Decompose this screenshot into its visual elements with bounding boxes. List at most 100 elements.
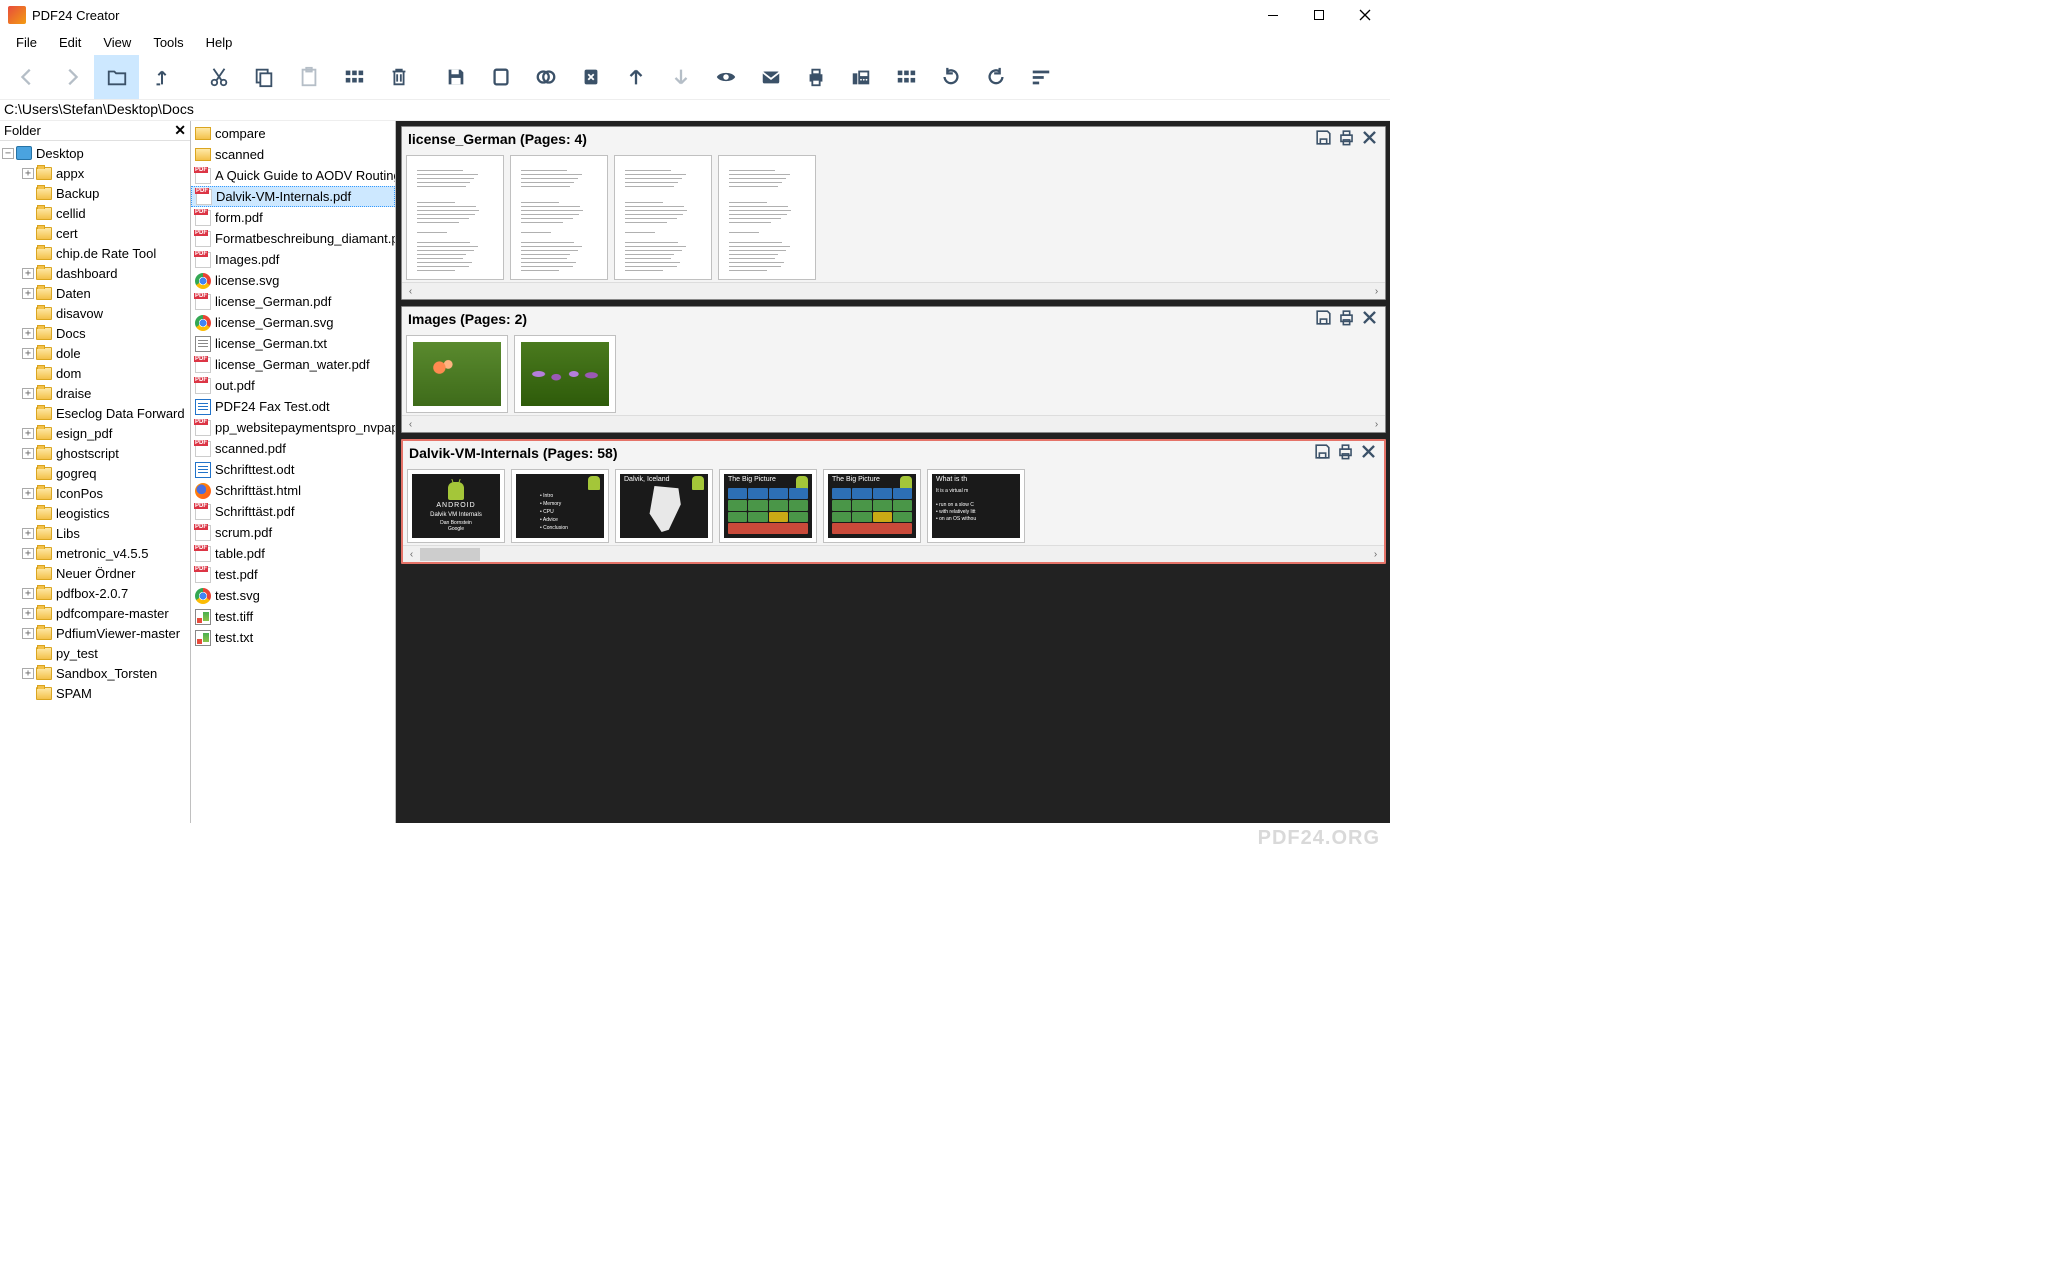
horizontal-scrollbar[interactable]: ‹› <box>402 415 1385 432</box>
doc-print-icon[interactable] <box>1337 308 1356 330</box>
tree-item[interactable]: +Daten <box>0 283 190 303</box>
page-thumbnail[interactable]: ANDROIDDalvik VM InternalsDan BornsteinG… <box>407 469 505 543</box>
rotate-left-button[interactable] <box>928 55 973 99</box>
tree-item[interactable]: +Docs <box>0 323 190 343</box>
page-thumbnail[interactable]: The Big Picture <box>719 469 817 543</box>
view-mode-button[interactable] <box>331 55 376 99</box>
menu-edit[interactable]: Edit <box>49 33 91 52</box>
file-item[interactable]: test.svg <box>191 585 395 606</box>
file-item[interactable]: Schrifttäst.html <box>191 480 395 501</box>
file-item[interactable]: license_German.txt <box>191 333 395 354</box>
file-item[interactable]: test.txt <box>191 627 395 648</box>
page-thumbnail[interactable] <box>718 155 816 280</box>
tree-root[interactable]: −Desktop <box>0 143 190 163</box>
file-item[interactable]: scanned.pdf <box>191 438 395 459</box>
tree-item[interactable]: Backup <box>0 183 190 203</box>
file-item[interactable]: pp_websitepaymentspro_nvpapi_guid <box>191 417 395 438</box>
file-item[interactable]: out.pdf <box>191 375 395 396</box>
document-panel[interactable]: Images (Pages: 2)‹› <box>401 306 1386 433</box>
document-panel[interactable]: license_German (Pages: 4)‹› <box>401 126 1386 300</box>
up-folder-button[interactable] <box>139 55 184 99</box>
folder-pane-close-icon[interactable]: ✕ <box>174 122 186 139</box>
move-down-button[interactable] <box>658 55 703 99</box>
tree-item[interactable]: py_test <box>0 643 190 663</box>
minimize-button[interactable] <box>1250 0 1296 30</box>
new-blank-button[interactable] <box>478 55 523 99</box>
close-button[interactable] <box>1342 0 1388 30</box>
page-thumbnail[interactable] <box>614 155 712 280</box>
horizontal-scrollbar[interactable]: ‹› <box>403 545 1384 562</box>
nav-back-button[interactable] <box>4 55 49 99</box>
print-button[interactable] <box>793 55 838 99</box>
tree-item[interactable]: +metronic_v4.5.5 <box>0 543 190 563</box>
copy-button[interactable] <box>241 55 286 99</box>
tree-item[interactable]: dom <box>0 363 190 383</box>
cut-button[interactable] <box>196 55 241 99</box>
tree-item[interactable]: cert <box>0 223 190 243</box>
scroll-right-icon[interactable]: › <box>1368 286 1385 297</box>
tree-item[interactable]: Neuer Ördner <box>0 563 190 583</box>
file-item[interactable]: license_German_water.pdf <box>191 354 395 375</box>
sort-button[interactable] <box>1018 55 1063 99</box>
tree-item[interactable]: +IconPos <box>0 483 190 503</box>
scroll-right-icon[interactable]: › <box>1368 419 1385 430</box>
horizontal-scrollbar[interactable]: ‹› <box>402 282 1385 299</box>
doc-close-icon[interactable] <box>1360 308 1379 330</box>
preview-button[interactable] <box>703 55 748 99</box>
scroll-left-icon[interactable]: ‹ <box>402 286 419 297</box>
email-button[interactable] <box>748 55 793 99</box>
scroll-left-icon[interactable]: ‹ <box>403 549 420 560</box>
tree-item[interactable]: +PdfiumViewer-master <box>0 623 190 643</box>
document-panel[interactable]: Dalvik-VM-Internals (Pages: 58)ANDROIDDa… <box>401 439 1386 564</box>
tree-item[interactable]: +appx <box>0 163 190 183</box>
doc-save-icon[interactable] <box>1314 128 1333 150</box>
file-item[interactable]: compare <box>191 123 395 144</box>
page-thumbnail[interactable] <box>510 155 608 280</box>
file-item[interactable]: Formatbeschreibung_diamant.pdf <box>191 228 395 249</box>
tree-item[interactable]: +draise <box>0 383 190 403</box>
tree-item[interactable]: +Libs <box>0 523 190 543</box>
scrollbar-thumb[interactable] <box>420 548 480 561</box>
file-item[interactable]: license_German.pdf <box>191 291 395 312</box>
delete-button[interactable] <box>376 55 421 99</box>
tree-item[interactable]: +ghostscript <box>0 443 190 463</box>
scroll-left-icon[interactable]: ‹ <box>402 419 419 430</box>
fax-button[interactable] <box>838 55 883 99</box>
file-item[interactable]: PDF24 Fax Test.odt <box>191 396 395 417</box>
menu-help[interactable]: Help <box>196 33 243 52</box>
scroll-right-icon[interactable]: › <box>1367 549 1384 560</box>
tree-item[interactable]: chip.de Rate Tool <box>0 243 190 263</box>
tree-item[interactable]: cellid <box>0 203 190 223</box>
file-item[interactable]: Schrifttäst.pdf <box>191 501 395 522</box>
page-thumbnail[interactable]: What is thIt is a virtual m• run on a sl… <box>927 469 1025 543</box>
file-item[interactable]: Dalvik-VM-Internals.pdf <box>191 186 395 207</box>
open-folder-button[interactable] <box>94 55 139 99</box>
tree-item[interactable]: +esign_pdf <box>0 423 190 443</box>
tree-item[interactable]: +Sandbox_Torsten <box>0 663 190 683</box>
tree-item[interactable]: SPAM <box>0 683 190 703</box>
remove-page-button[interactable] <box>568 55 613 99</box>
maximize-button[interactable] <box>1296 0 1342 30</box>
folder-tree[interactable]: −Desktop+appxBackupcellidcertchip.de Rat… <box>0 141 190 823</box>
grid-view-button[interactable] <box>883 55 928 99</box>
page-thumbnail[interactable]: • Intro• Memory• CPU• Advice• Conclusion <box>511 469 609 543</box>
file-item[interactable]: license_German.svg <box>191 312 395 333</box>
tree-item[interactable]: Eseclog Data Forward <box>0 403 190 423</box>
tree-item[interactable]: disavow <box>0 303 190 323</box>
file-item[interactable]: Schrifttest.odt <box>191 459 395 480</box>
save-button[interactable] <box>433 55 478 99</box>
doc-save-icon[interactable] <box>1314 308 1333 330</box>
doc-close-icon[interactable] <box>1360 128 1379 150</box>
file-item[interactable]: table.pdf <box>191 543 395 564</box>
page-thumbnail[interactable] <box>514 335 616 413</box>
tree-item[interactable]: gogreq <box>0 463 190 483</box>
menu-tools[interactable]: Tools <box>143 33 193 52</box>
doc-print-icon[interactable] <box>1336 442 1355 464</box>
file-item[interactable]: license.svg <box>191 270 395 291</box>
file-list-pane[interactable]: comparescannedA Quick Guide to AODV Rout… <box>191 121 396 823</box>
tree-item[interactable]: +pdfcompare-master <box>0 603 190 623</box>
menu-file[interactable]: File <box>6 33 47 52</box>
file-item[interactable]: scrum.pdf <box>191 522 395 543</box>
doc-close-icon[interactable] <box>1359 442 1378 464</box>
tree-item[interactable]: +pdfbox-2.0.7 <box>0 583 190 603</box>
